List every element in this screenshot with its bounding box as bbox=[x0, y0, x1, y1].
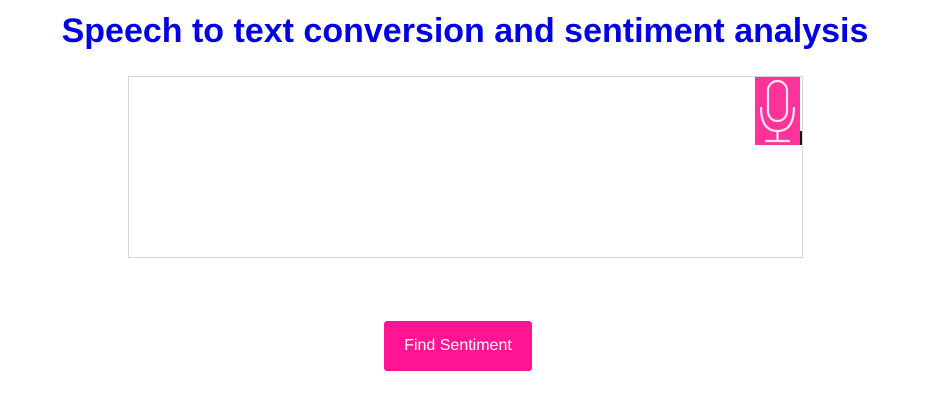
page-title: Speech to text conversion and sentiment … bbox=[61, 12, 869, 50]
microphone-icon bbox=[759, 79, 796, 143]
page: Speech to text conversion and sentiment … bbox=[0, 0, 940, 414]
microphone-button[interactable] bbox=[755, 77, 802, 145]
transcript-container bbox=[128, 76, 803, 258]
find-sentiment-button[interactable]: Find Sentiment bbox=[384, 321, 532, 371]
transcript-textarea[interactable] bbox=[128, 76, 803, 258]
